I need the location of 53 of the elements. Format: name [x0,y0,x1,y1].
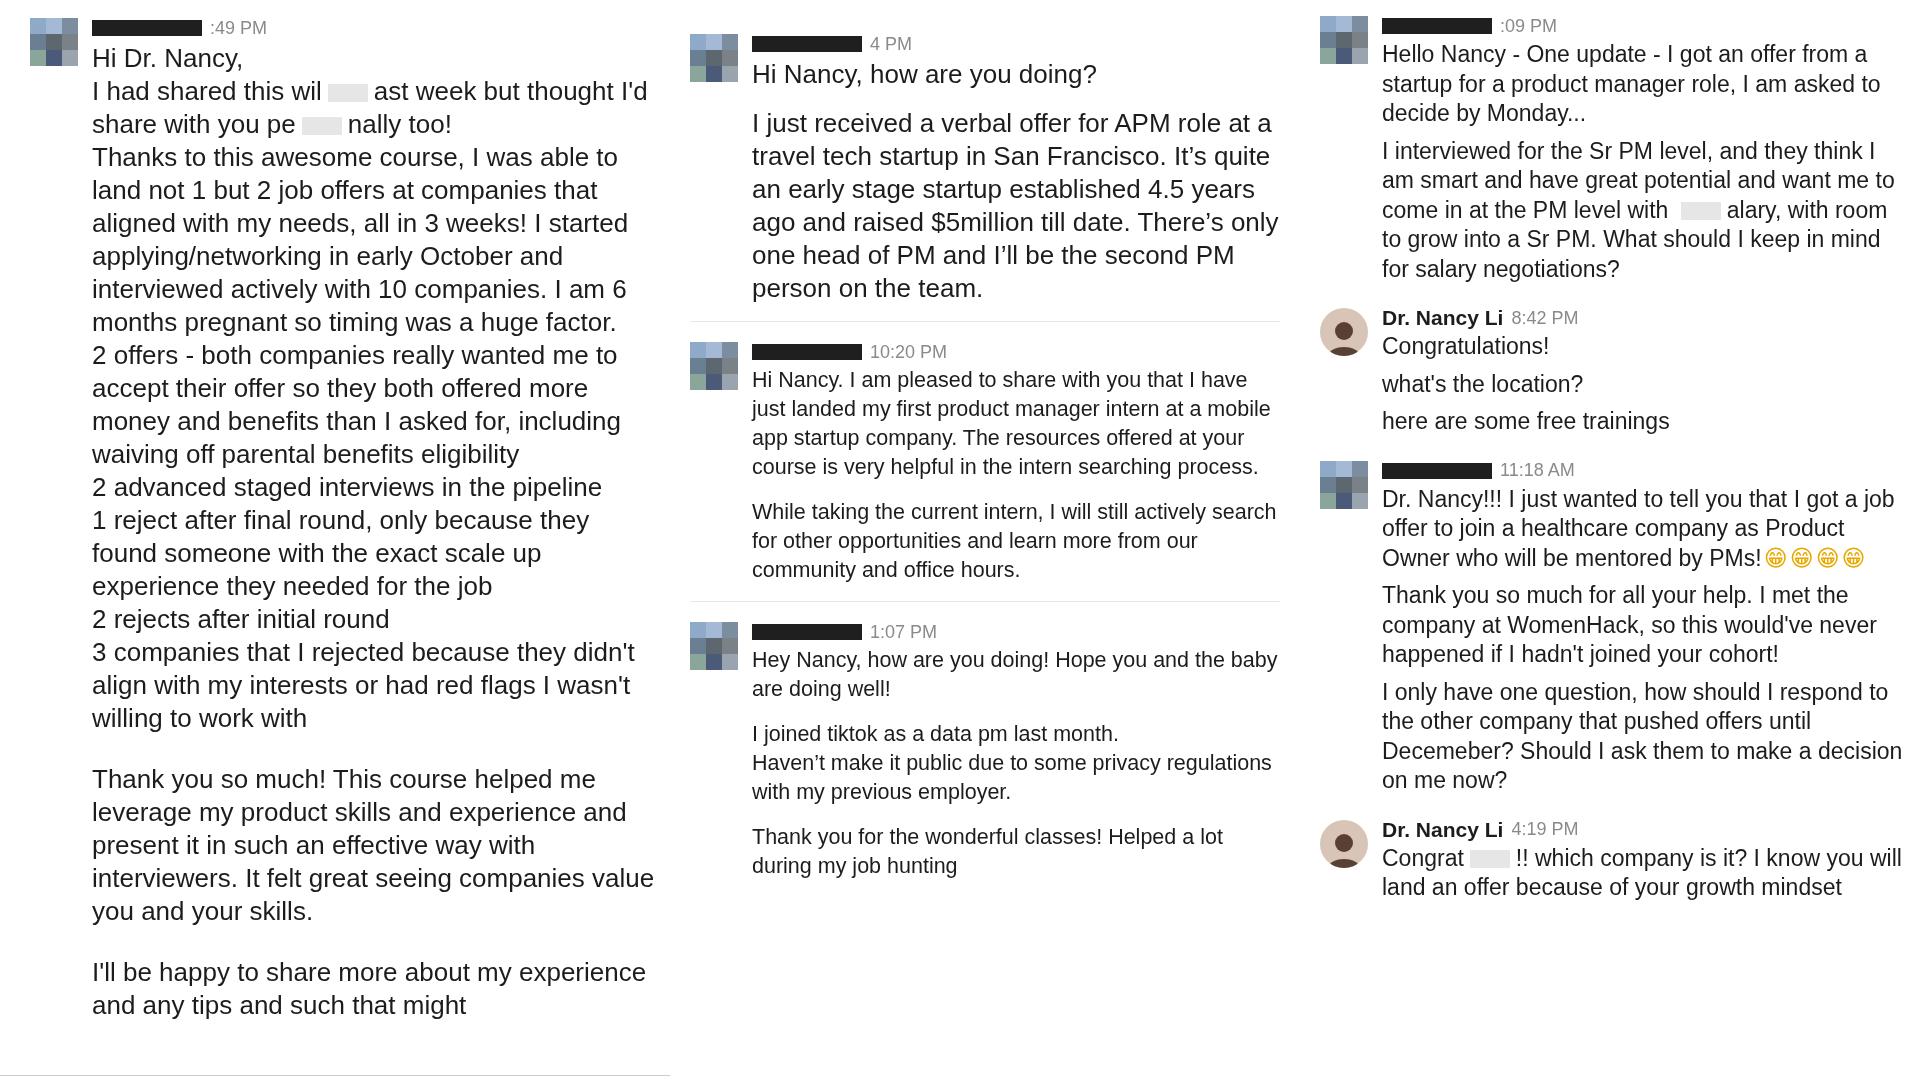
message-text: Congratulations! [1382,332,1551,361]
message-text: 3 companies that I rejected because they didn't align with my interests or had red flags I wasn't willing to work with [92,636,636,735]
message-text: I just received a verbal offer for APM role at a travel tech startup in San Francisco. It’s quite an early stage startup established 4.5 years ago and raised $5million till date. There’s only one head of PM and I’ll be the second PM person on the team. [752,107,1280,305]
message-text: 1 reject after final round, only because they found someone with the exact scale up experience they needed for the job [92,504,591,603]
pixelated-avatar [690,622,738,670]
message-time: 10:20 PM [870,340,948,364]
message-text: Hi Nancy. I am pleased to share with you that I have just landed my first product manager intern at a mobile app startup company. The resources offered at your course is very helpful in the intern searching process. [752,367,1272,481]
pixelated-avatar [1320,16,1368,64]
message-text: Thanks to this awesome course, I was able to land not 1 but 2 job offers at companies that aligned with my needs, all in 3 weeks! I started applying/networking in early October and interviewed actively with 10 companies. I am 6 months pregnant so timing was a huge factor. [92,141,630,339]
message-text: Thank you so much for all your help. I met the company at WomenHack, so this would've never happened if I hadn't joined your cohort! [1382,581,1878,669]
avatar-placeholder [1320,308,1368,356]
message-text: While taking the current intern, I will still actively search for other opportunities and learn more from our community and office hours. [752,499,1278,584]
pixelated-avatar [690,34,738,82]
message-text: 2 advanced staged interviews in the pipeline [92,471,604,504]
message-time: 1:07 PM [870,620,938,644]
message-text: I joined tiktok as a data pm last month. [752,721,1120,748]
redaction-bar [327,84,368,103]
message-text: I interviewed for the Sr PM level, and they think I am smart and have great potential and want me to come in at the PM level with alary, with room to grow into a Sr PM. What should I keep in mind for salary negotiations? [1382,136,1896,284]
redaction-bar [1680,202,1721,221]
grinning-emoji: 😁 [1841,544,1866,571]
pixelated-avatar [30,18,78,66]
message-time: :49 PM [210,16,268,40]
message-text: Hey Nancy, how are you doing! Hope you and the baby are doing well! [752,647,1279,703]
message-text: 2 rejects after initial round [92,603,391,636]
message-text: what's the location? [1382,369,1585,399]
grinning-emoji: 😁 [1789,544,1814,571]
message-time: 4:19 PM [1511,818,1579,841]
message-text: here are some free trainings [1382,407,1671,436]
sender-name: Dr. Nancy Li [1382,305,1504,332]
message-time: 8:42 PM [1511,306,1579,330]
message-text: Thank you so much! This course helped me leverage my product skills and experience and present it in such an effective way with interviewers. It felt great seeing companies value you and your skills. [92,763,656,928]
message-text: Hi Nancy, how are you doing? [752,58,1098,91]
message-text: Haven’t make it public due to some privacy regulations with my previous employer. [752,750,1273,806]
pixelated-avatar [1320,460,1368,509]
message-text: Congrat !! which company is it? I know you will land an offer because of your growth mindset [1382,843,1903,902]
pixelated-avatar [690,342,738,390]
avatar-placeholder [1320,819,1368,868]
message-time: :09 PM [1500,14,1558,38]
message-text: I had shared this wil ast week but thought I'd share with you pe nally too! [92,75,649,141]
message-text: Dr. Nancy!!! I just wanted to tell you that I got a job offer to join a healthcare company as Product Owner who will be mentored by PMs!😁😁😁😁 [1382,484,1896,573]
message-text: I'll be happy to share more about my experience and any tips and such that might [92,956,648,1022]
message-time: 4 PM [870,32,912,56]
message-text: Thank you for the wonderful classes! Helped a lot during my job hunting [752,824,1224,880]
redaction-bar [301,117,342,136]
message-text: Hello Nancy - One update - I got an offer from a startup for a product manager role, I am asked to decide by Monday... [1382,40,1882,128]
message-text: I only have one question, how should I respond to the other company that pushed offers until Decemeber? Should I ask them to make a decision on me now? [1382,677,1904,795]
sender-name: Dr. Nancy Li [1382,816,1504,843]
redaction-bar [1469,850,1510,869]
message-text: 2 offers - both companies really wanted me to accept their offer so they both offered more money and benefits than I asked for, including waiving off parental benefits eligibility [92,339,622,471]
message-time: 11:18 AM [1500,459,1575,482]
grinning-emoji: 😁 [1815,544,1840,571]
grinning-emoji: 😁 [1763,544,1788,571]
message-text: Hi Dr. Nancy, [92,42,245,75]
